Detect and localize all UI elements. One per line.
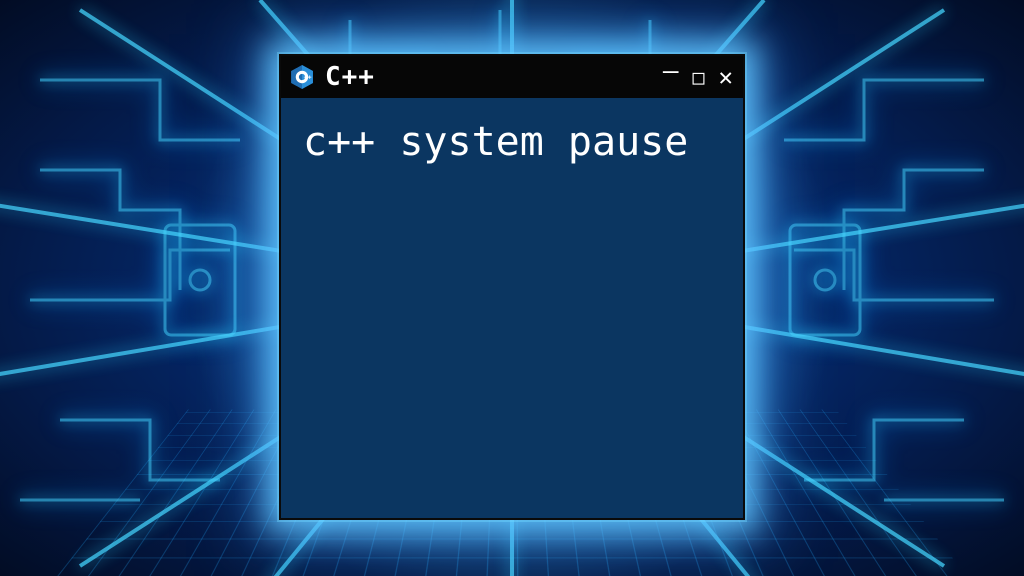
- console-content: c++ system pause: [281, 98, 743, 518]
- titlebar[interactable]: C++ — □ ✕: [281, 56, 743, 98]
- console-window: C++ — □ ✕ c++ system pause: [279, 54, 745, 520]
- window-controls: — □ ✕: [663, 64, 733, 90]
- maximize-button[interactable]: □: [693, 67, 705, 87]
- cpp-logo-icon: [289, 64, 315, 90]
- close-button[interactable]: ✕: [719, 65, 733, 89]
- window-title: C++: [325, 62, 653, 92]
- minimize-button[interactable]: —: [663, 58, 679, 84]
